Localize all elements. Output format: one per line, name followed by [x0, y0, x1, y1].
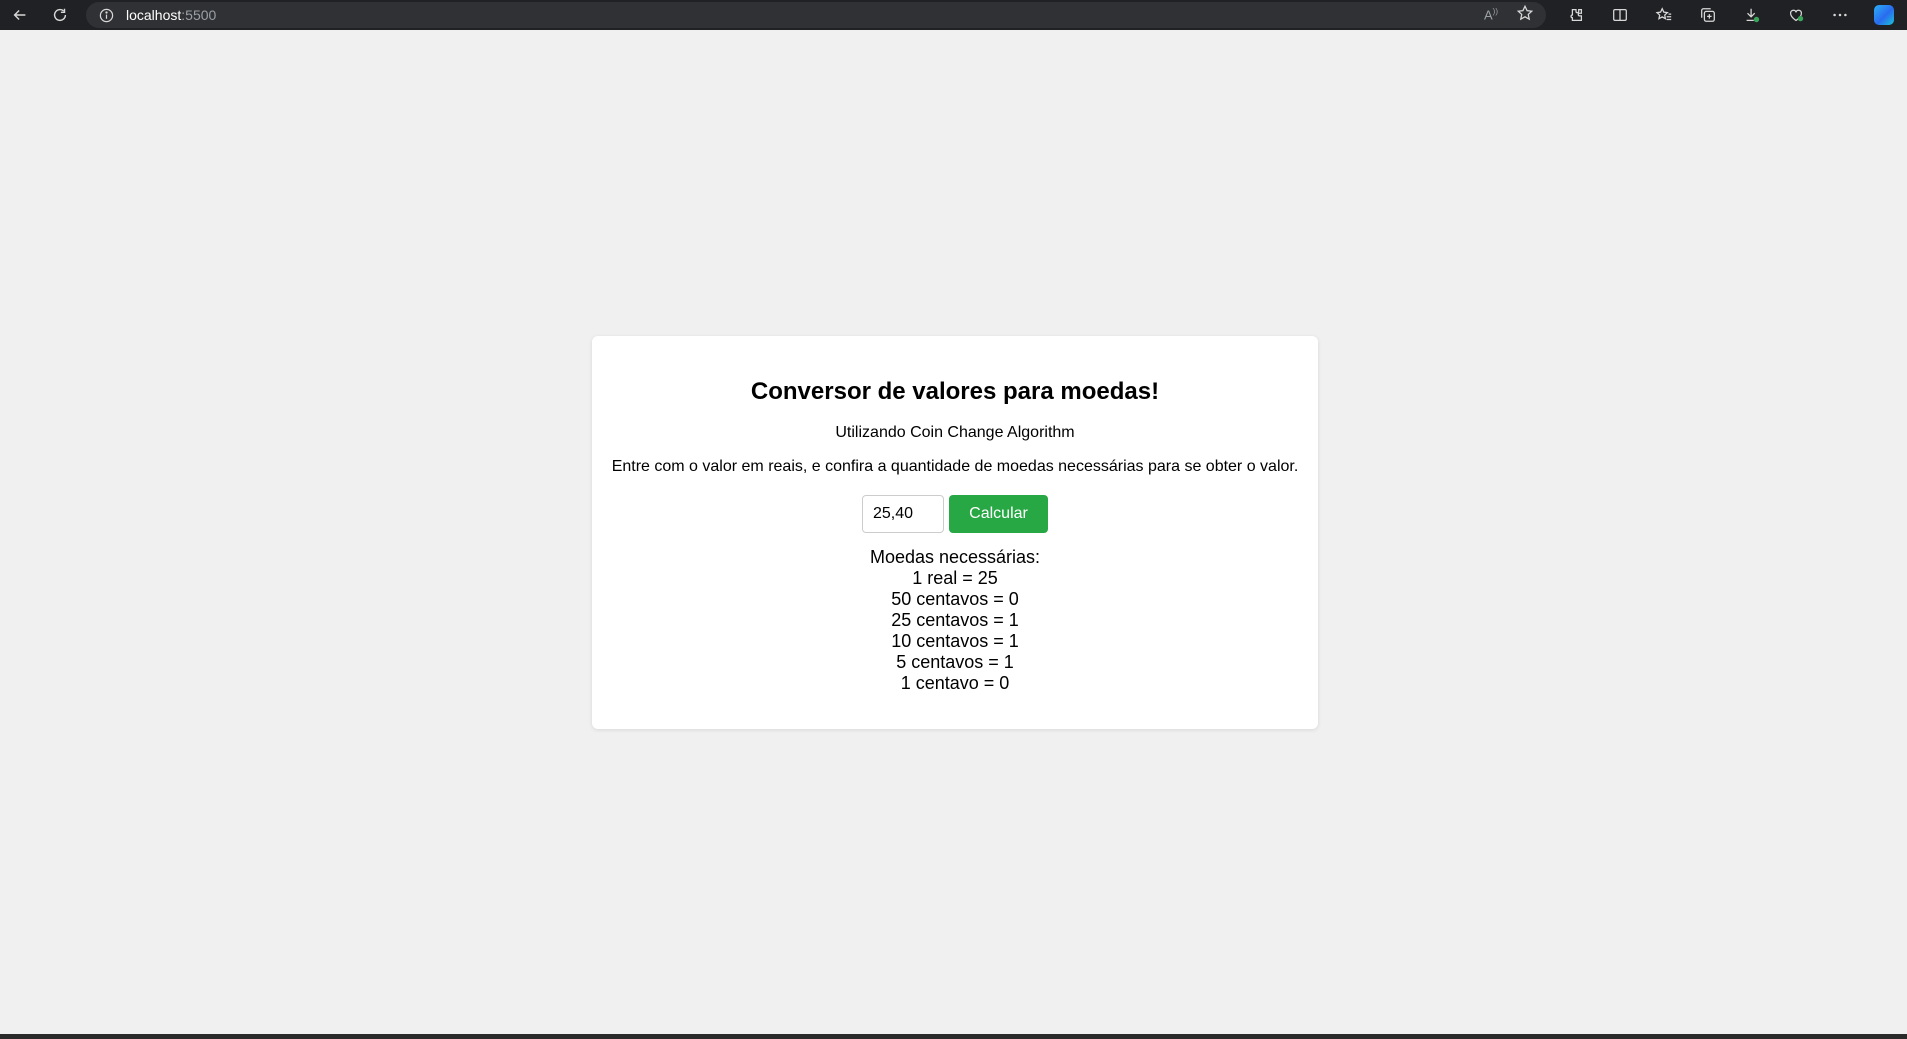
- split-screen-button[interactable]: [1598, 0, 1642, 30]
- more-options-icon: [1833, 13, 1847, 17]
- value-input[interactable]: [862, 495, 944, 533]
- result-line: 25 centavos = 1: [891, 610, 1019, 630]
- converter-card: Conversor de valores para moedas! Utiliz…: [592, 336, 1318, 729]
- result-header: Moedas necessárias:: [869, 547, 1041, 567]
- refresh-icon: [53, 8, 67, 22]
- read-aloud-icon[interactable]: A)): [1484, 7, 1498, 22]
- split-screen-icon: [1613, 8, 1627, 22]
- collections-icon: [1701, 8, 1715, 22]
- extensions-button[interactable]: [1554, 0, 1598, 30]
- result-line: 1 centavo = 0: [900, 673, 1010, 693]
- favorites-button[interactable]: [1642, 0, 1686, 30]
- site-info-icon[interactable]: [98, 7, 114, 23]
- downloads-button[interactable]: [1730, 0, 1774, 30]
- more-options-button[interactable]: [1818, 0, 1862, 30]
- address-bar[interactable]: localhost:5500 A)): [86, 2, 1546, 28]
- refresh-button[interactable]: [40, 0, 80, 30]
- result-line: 50 centavos = 0: [891, 589, 1019, 609]
- page-subtitle: Utilizando Coin Change Algorithm: [835, 424, 1075, 441]
- extensions-icon: [1570, 8, 1583, 22]
- page-title: Conversor de valores para moedas!: [750, 378, 1160, 405]
- browser-essentials-icon: [1789, 9, 1804, 22]
- url-text[interactable]: localhost:5500: [126, 7, 216, 23]
- instructions-text: Entre com o valor em reais, e confira a …: [611, 458, 1299, 475]
- window-bottom-border: [0, 1034, 1907, 1039]
- url-port: :5500: [181, 7, 217, 23]
- back-arrow-icon: [13, 9, 26, 21]
- input-form: Calcular: [592, 495, 1318, 533]
- result-panel: Moedas necessárias: 1 real = 25 50 centa…: [592, 547, 1318, 694]
- url-host: localhost: [126, 7, 182, 23]
- copilot-button[interactable]: [1862, 0, 1906, 30]
- result-line: 10 centavos = 1: [891, 631, 1019, 651]
- result-line: 5 centavos = 1: [896, 652, 1014, 672]
- copilot-icon: [1874, 5, 1894, 25]
- browser-toolbar: localhost:5500 A)): [0, 0, 1907, 30]
- browser-essentials-button[interactable]: [1774, 0, 1818, 30]
- favorites-icon: [1655, 7, 1672, 21]
- result-line: 1 real = 25: [912, 568, 998, 588]
- collections-button[interactable]: [1686, 0, 1730, 30]
- favorite-star-icon[interactable]: [1516, 4, 1534, 27]
- back-button[interactable]: [0, 0, 40, 30]
- calculate-button[interactable]: Calcular: [949, 495, 1048, 533]
- downloads-icon: [1746, 8, 1760, 23]
